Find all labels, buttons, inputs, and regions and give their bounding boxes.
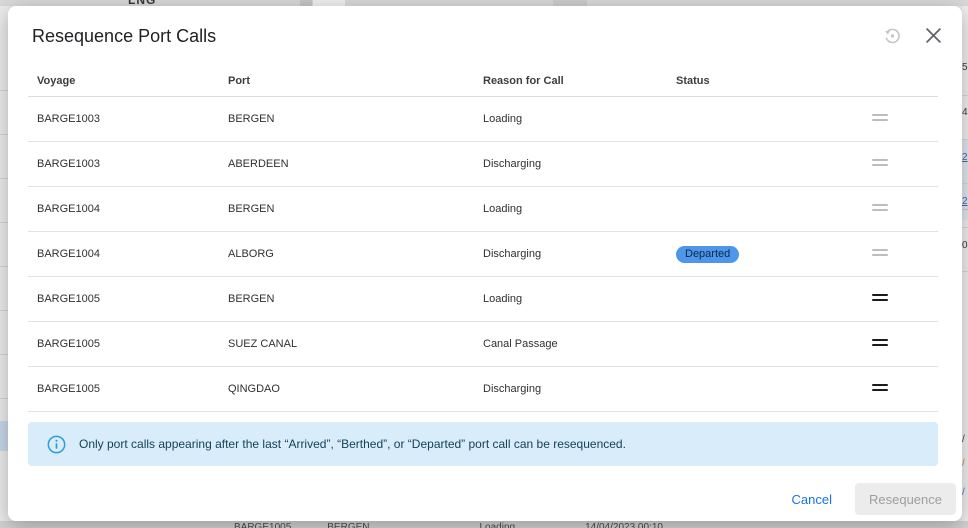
dialog-header: Resequence Port Calls	[8, 6, 962, 54]
column-header-voyage: Voyage	[37, 75, 228, 87]
drag-handle-icon[interactable]	[872, 381, 888, 394]
cell-voyage: BARGE1004	[37, 248, 228, 260]
background-selected-row	[0, 421, 8, 451]
history-restore-button[interactable]	[878, 21, 907, 50]
cell-reason: Loading	[483, 293, 676, 305]
portcalls-table-body: BARGE1003 BERGEN Loading BARGE1003 ABERD…	[28, 97, 938, 412]
cell-reason: Canal Passage	[483, 338, 676, 350]
drag-handle-icon	[872, 111, 888, 124]
info-banner-text: Only port calls appearing after the last…	[79, 437, 626, 451]
background-left-strip	[0, 6, 8, 528]
table-header-row: Voyage Port Reason for Call Status	[28, 66, 938, 97]
cell-reason: Discharging	[483, 248, 676, 260]
cell-reason: Loading	[483, 203, 676, 215]
info-banner: Only port calls appearing after the last…	[28, 422, 938, 466]
cell-voyage: BARGE1005	[37, 293, 228, 305]
port-call-row: BARGE1003 ABERDEEN Discharging	[28, 142, 938, 187]
drag-handle-icon	[872, 201, 888, 214]
cell-voyage: BARGE1005	[37, 383, 228, 395]
column-header-port: Port	[228, 75, 483, 87]
cell-port: SUEZ CANAL	[228, 338, 483, 350]
dialog-title: Resequence Port Calls	[32, 24, 938, 48]
drag-handle-icon	[872, 246, 888, 259]
cancel-button[interactable]: Cancel	[780, 484, 844, 515]
info-circle-icon	[47, 435, 66, 454]
dialog-footer: Cancel Resequence	[780, 483, 956, 515]
cell-port: ABERDEEN	[228, 158, 483, 170]
history-restore-icon	[882, 34, 903, 49]
resequence-button[interactable]: Resequence	[855, 483, 956, 515]
close-button[interactable]	[921, 23, 946, 48]
background-bottom-strip: BARGE1005BERGENLoading14/04/2023 00:10	[0, 521, 968, 528]
cell-port: BERGEN	[228, 113, 483, 125]
close-icon	[925, 32, 942, 47]
cell-port: QINGDAO	[228, 383, 483, 395]
column-header-reason: Reason for Call	[483, 75, 676, 87]
cell-port: ALBORG	[228, 248, 483, 260]
cell-port: BERGEN	[228, 293, 483, 305]
cell-voyage: BARGE1004	[37, 203, 228, 215]
background-table-row-fragment: BARGE1005BERGENLoading14/04/2023 00:10	[234, 522, 663, 528]
cell-port: BERGEN	[228, 203, 483, 215]
port-call-row: BARGE1005 BERGEN Loading	[28, 277, 938, 322]
drag-handle-icon[interactable]	[872, 336, 888, 349]
cell-voyage: BARGE1003	[37, 158, 228, 170]
resequence-port-calls-dialog: Resequence Port Calls	[8, 6, 962, 521]
cell-reason: Discharging	[483, 158, 676, 170]
drag-handle-icon[interactable]	[872, 291, 888, 304]
port-call-row: BARGE1005 QINGDAO Discharging	[28, 367, 938, 412]
column-header-status: Status	[676, 75, 872, 87]
cell-reason: Discharging	[483, 383, 676, 395]
port-call-row: BARGE1004 ALBORG Discharging Departed	[28, 232, 938, 277]
cell-voyage: BARGE1005	[37, 338, 228, 350]
cell-voyage: BARGE1003	[37, 113, 228, 125]
background-right-strip: 5 4 2 2 0 / / /	[962, 6, 968, 528]
port-call-row: BARGE1005 SUEZ CANAL Canal Passage	[28, 322, 938, 367]
port-call-row: BARGE1004 BERGEN Loading	[28, 187, 938, 232]
port-call-row: BARGE1003 BERGEN Loading	[28, 97, 938, 142]
cell-status: Departed	[676, 246, 872, 263]
drag-handle-icon	[872, 156, 888, 169]
cell-reason: Loading	[483, 113, 676, 125]
port-calls-table: Voyage Port Reason for Call Status BARGE…	[28, 66, 938, 412]
status-badge: Departed	[676, 246, 739, 263]
